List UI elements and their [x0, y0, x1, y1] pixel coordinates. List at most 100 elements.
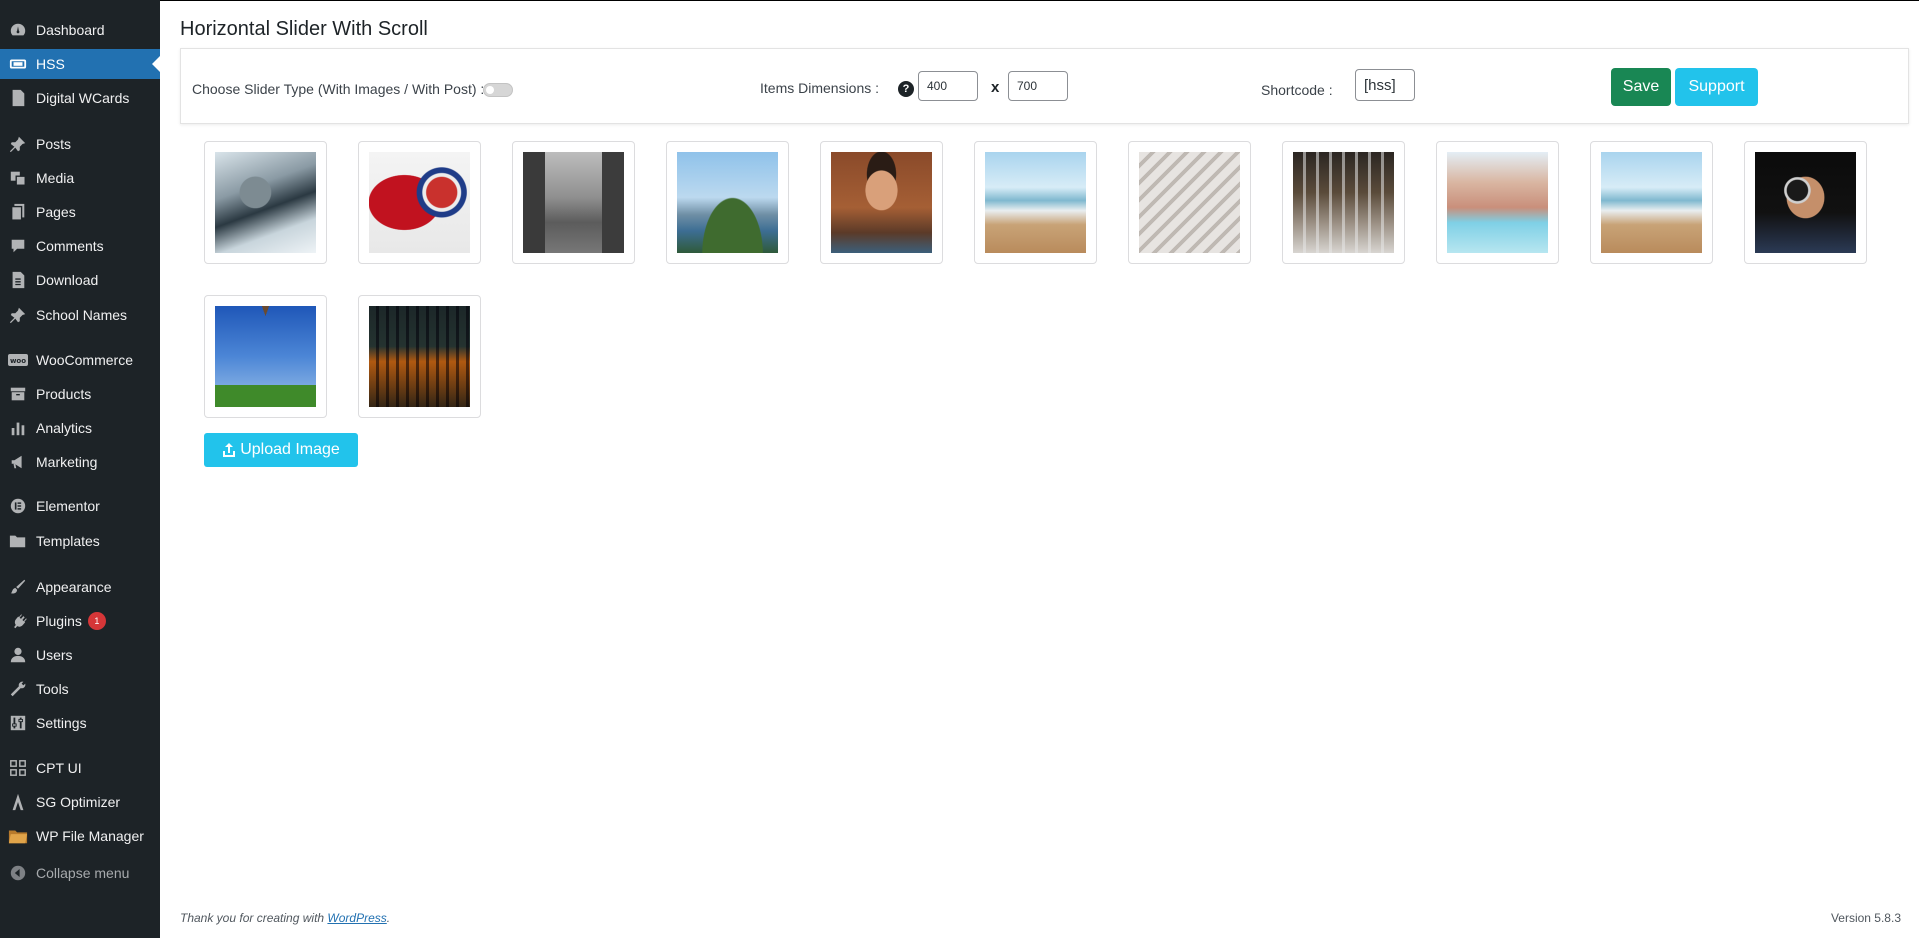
sidebar-item-dashboard[interactable]: Dashboard — [0, 15, 160, 45]
eiffel-tower-image — [215, 306, 316, 407]
sidebar-item-comments[interactable]: Comments — [0, 231, 160, 261]
sidebar-item-label: Media — [36, 170, 75, 186]
help-icon[interactable]: ? — [898, 81, 914, 97]
sidebar-item-tools[interactable]: Tools — [0, 674, 160, 704]
wordpress-link[interactable]: WordPress — [327, 911, 386, 925]
sidebar-item-users[interactable]: Users — [0, 640, 160, 670]
sidebar-item-analytics[interactable]: Analytics — [0, 413, 160, 443]
times-sign: x — [991, 79, 1000, 96]
sidebar-item-label: Marketing — [36, 454, 98, 470]
settings-icon — [8, 713, 28, 733]
width-input[interactable] — [918, 71, 978, 101]
user-icon — [8, 645, 28, 665]
upload-image-button[interactable]: Upload Image — [204, 433, 358, 467]
sidebar-item-appearance[interactable]: Appearance — [0, 572, 160, 602]
striped-pillows-image — [1139, 152, 1240, 253]
sidebar-item-label: Download — [36, 272, 99, 288]
armored-hero-image — [215, 152, 316, 253]
sidebar-item-label: Dashboard — [36, 22, 105, 38]
sidebar-item-cpt-ui[interactable]: CPT UI — [0, 753, 160, 783]
sidebar-item-label: Products — [36, 386, 92, 402]
gallery-item[interactable] — [974, 141, 1097, 264]
sidebar-item-label: Plugins — [36, 613, 82, 629]
folder-icon — [8, 531, 28, 551]
shortcode-field[interactable] — [1355, 69, 1415, 101]
sidebar-item-label: Appearance — [36, 579, 112, 595]
sidebar-item-label: Collapse menu — [36, 865, 130, 881]
sidebar-item-label: CPT UI — [36, 760, 82, 776]
sidebar-item-templates[interactable]: Templates — [0, 526, 160, 556]
version-text: Version 5.8.3 — [1830, 911, 1901, 925]
sidebar-item-label: Digital WCards — [36, 90, 130, 106]
sidebar-item-label: WP File Manager — [36, 828, 144, 844]
svg-text:woo: woo — [10, 357, 26, 365]
sidebar-item-posts[interactable]: Posts — [0, 129, 160, 159]
gallery-item[interactable] — [666, 141, 789, 264]
sidebar-item-label: Users — [36, 647, 73, 663]
sidebar-item-download[interactable]: Download — [0, 265, 160, 295]
sidebar-item-woocommerce[interactable]: woo WooCommerce — [0, 345, 160, 375]
sidebar-item-media[interactable]: Media — [0, 163, 160, 193]
sidebar-item-label: Settings — [36, 715, 87, 731]
sidebar-item-wp-file-manager[interactable]: WP File Manager — [0, 821, 160, 851]
sidebar-item-sg-optimizer[interactable]: SG Optimizer — [0, 787, 160, 817]
megaphone-icon — [8, 452, 28, 472]
admin-sidebar: Dashboard HSS Digital WCards Posts Media… — [0, 0, 160, 938]
sidebar-item-settings[interactable]: Settings — [0, 708, 160, 738]
save-button[interactable]: Save — [1611, 68, 1671, 106]
sidebar-item-marketing[interactable]: Marketing — [0, 447, 160, 477]
gallery-item[interactable] — [358, 295, 481, 418]
slides-icon — [8, 54, 28, 74]
shortcode-label: Shortcode : — [1261, 82, 1333, 98]
gallery-item[interactable] — [1436, 141, 1559, 264]
sidebar-item-digital-wcards[interactable]: Digital WCards — [0, 83, 160, 113]
gallery-item[interactable] — [1744, 141, 1867, 264]
gallery-item[interactable] — [1128, 141, 1251, 264]
photographer-image — [1755, 152, 1856, 253]
file-manager-icon — [8, 826, 28, 846]
sidebar-item-pages[interactable]: Pages — [0, 197, 160, 227]
wine-glasses-image — [1293, 152, 1394, 253]
gallery-item[interactable] — [1590, 141, 1713, 264]
sidebar-item-label: Tools — [36, 681, 69, 697]
sidebar-item-hss[interactable]: HSS — [0, 49, 160, 79]
height-input[interactable] — [1008, 71, 1068, 101]
slider-type-label: Choose Slider Type (With Images / With P… — [192, 81, 485, 97]
sidebar-item-plugins[interactable]: Plugins 1 — [0, 606, 160, 636]
wrench-icon — [8, 679, 28, 699]
main-content: Horizontal Slider With Scroll Choose Sli… — [160, 0, 1919, 938]
sg-icon — [8, 792, 28, 812]
sidebar-item-label: WooCommerce — [36, 352, 133, 368]
colosseum-image — [369, 306, 470, 407]
grid-icon — [8, 758, 28, 778]
gallery-item[interactable] — [820, 141, 943, 264]
gallery-item[interactable] — [512, 141, 635, 264]
sidebar-item-elementor[interactable]: Elementor — [0, 491, 160, 521]
settings-panel: Choose Slider Type (With Images / With P… — [180, 48, 1909, 124]
page-icon — [8, 202, 28, 222]
gallery-item[interactable] — [1282, 141, 1405, 264]
city-street-image — [523, 152, 624, 253]
beach-family-image — [985, 152, 1086, 253]
sidebar-item-label: HSS — [36, 56, 65, 72]
comment-icon — [8, 236, 28, 256]
gallery-item[interactable] — [358, 141, 481, 264]
footer-thanks: Thank you for creating with — [180, 911, 325, 925]
sidebar-item-label: Posts — [36, 136, 72, 152]
pin-icon — [8, 134, 28, 154]
gallery-item[interactable] — [204, 295, 327, 418]
sidebar-item-label: Elementor — [36, 498, 100, 514]
sidebar-item-school-names[interactable]: School Names — [0, 300, 160, 330]
slider-type-toggle[interactable] — [483, 83, 513, 97]
gallery-item[interactable] — [204, 141, 327, 264]
brush-icon — [8, 577, 28, 597]
sidebar-item-products[interactable]: Products — [0, 379, 160, 409]
spiderman-image — [369, 152, 470, 253]
page-title: Horizontal Slider With Scroll — [180, 18, 428, 40]
collapse-menu-button[interactable]: Collapse menu — [0, 858, 160, 888]
sidebar-item-label: Comments — [36, 238, 104, 254]
media-icon — [8, 168, 28, 188]
woo-icon: woo — [8, 350, 28, 370]
support-button[interactable]: Support — [1675, 68, 1758, 106]
page-icon — [8, 270, 28, 290]
